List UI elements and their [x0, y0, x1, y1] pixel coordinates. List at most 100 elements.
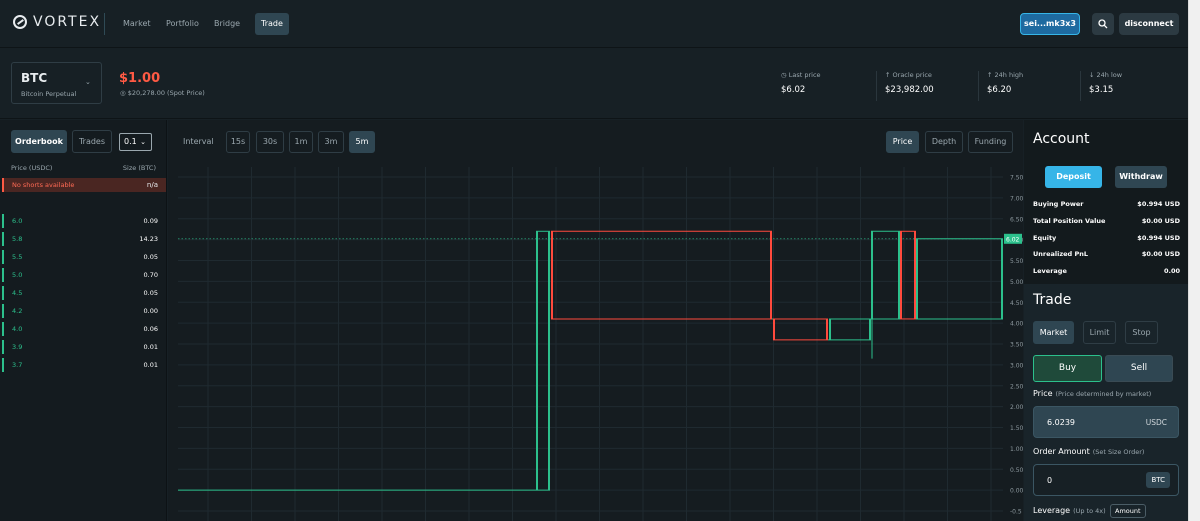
bid-row[interactable]: 5.0 0.70 [2, 268, 166, 282]
order-amount-field[interactable]: 0 BTC [1033, 464, 1179, 496]
stat-label: Oracle price [892, 71, 932, 79]
view-price[interactable]: Price [886, 131, 919, 153]
price-column-header: Price (USDC) [11, 164, 53, 172]
candle-body [914, 231, 916, 319]
leverage-mode-toggle[interactable]: Amount [1110, 504, 1146, 518]
stat-value: $6.20 [987, 85, 1012, 95]
stat-oracle-price: ↑ Oracle price $23,982.00 [876, 71, 976, 101]
tab-orderbook[interactable]: Orderbook [11, 130, 67, 153]
account-row-value: $0.00 USD [1141, 217, 1180, 225]
stat-24h-high: ↑ 24h high $6.20 [978, 71, 1078, 101]
wallet-address-button[interactable]: sei...mk3x3 [1020, 13, 1080, 35]
y-tick-label: -0.5 [1010, 509, 1022, 516]
account-row-label: Total Position Value [1033, 217, 1106, 225]
y-tick-label: 3.50 [1010, 342, 1023, 349]
y-tick-label: 5.00 [1010, 279, 1023, 286]
stat-value: $3.15 [1089, 85, 1114, 95]
bid-price: 5.8 [12, 235, 23, 243]
price-field[interactable]: 6.0239 USDC [1033, 406, 1179, 438]
deposit-button[interactable]: Deposit [1045, 166, 1102, 188]
bid-row[interactable]: 5.8 14.23 [2, 232, 166, 246]
account-row-label: Unrealized PnL [1033, 250, 1089, 258]
candle-body [551, 231, 553, 319]
brand-logo[interactable]: VORTEX [13, 14, 101, 30]
bid-row[interactable]: 4.5 0.05 [2, 286, 166, 300]
y-tick-label: 0.00 [1010, 488, 1023, 495]
disconnect-button[interactable]: disconnect [1119, 13, 1179, 35]
bid-price: 4.0 [12, 325, 23, 333]
nav-trade[interactable]: Trade [255, 13, 289, 35]
bid-row[interactable]: 6.0 0.09 [2, 214, 166, 228]
buy-button[interactable]: Buy [1033, 355, 1102, 382]
y-tick-label: 4.00 [1010, 321, 1023, 328]
bid-price: 6.0 [12, 217, 23, 225]
amount-label-text: Order Amount [1033, 447, 1090, 456]
amount-unit: BTC [1146, 472, 1170, 488]
tab-stop-order[interactable]: Stop [1125, 321, 1158, 344]
interval-3m[interactable]: 3m [318, 131, 344, 153]
price-hint: (Price determined by market) [1055, 390, 1152, 398]
market-selector[interactable]: BTC Bitcoin Perpetual ⌄ [11, 62, 102, 104]
spot-price: ◎ $20,278.00 (Spot Price) [120, 89, 205, 97]
page-scrollbar[interactable] [1188, 0, 1200, 521]
interval-5m[interactable]: 5m [349, 131, 375, 153]
bid-row[interactable]: 5.5 0.05 [2, 250, 166, 264]
mark-price: $1.00 [119, 71, 161, 86]
bid-price: 3.9 [12, 343, 23, 351]
tab-market-order[interactable]: Market [1033, 321, 1074, 344]
candle-body [829, 318, 831, 340]
precision-select[interactable]: 0.1 ⌄ [119, 133, 152, 151]
y-tick-label: 2.50 [1010, 383, 1023, 390]
withdraw-button[interactable]: Withdraw [1115, 166, 1167, 188]
bid-price: 5.0 [12, 271, 23, 279]
precision-value: 0.1 [124, 137, 137, 146]
price-unit: USDC [1145, 418, 1167, 427]
nav-portfolio[interactable]: Portfolio [166, 13, 199, 35]
candle-body [871, 231, 873, 319]
bid-size: 0.00 [143, 307, 158, 315]
chevron-down-icon: ⌄ [85, 78, 91, 86]
bid-row[interactable]: 3.9 0.01 [2, 340, 166, 354]
candle-body [869, 318, 871, 340]
trade-panel: Trade Market Limit Stop Buy Sell Price (P… [1024, 284, 1188, 521]
bid-size: 0.05 [143, 253, 158, 261]
market-symbol: BTC [21, 71, 48, 85]
coin-icon: ◎ [120, 89, 126, 97]
bid-row[interactable]: 4.2 0.00 [2, 304, 166, 318]
tab-trades[interactable]: Trades [72, 130, 112, 153]
interval-1m[interactable]: 1m [289, 131, 313, 153]
bid-row[interactable]: 4.0 0.06 [2, 322, 166, 336]
stat-value: $6.02 [781, 85, 806, 95]
amount-label: Order Amount (Set Size Order) [1033, 447, 1144, 456]
account-row-value: 0.00 [1163, 267, 1180, 275]
y-tick-label: 0.50 [1010, 467, 1023, 474]
leverage-hint: (Up to 4x) [1073, 507, 1106, 515]
candle-body [826, 318, 828, 340]
tab-limit-order[interactable]: Limit [1083, 321, 1116, 344]
nav-market[interactable]: Market [123, 13, 151, 35]
view-funding[interactable]: Funding [968, 131, 1013, 153]
candle-body [536, 231, 538, 491]
sell-button[interactable]: Sell [1105, 355, 1173, 382]
amount-hint: (Set Size Order) [1092, 448, 1145, 456]
account-row-label: Leverage [1033, 267, 1067, 275]
nav-bridge[interactable]: Bridge [214, 13, 240, 35]
stat-last-price: ◷ Last price $6.02 [773, 71, 873, 101]
interval-30s[interactable]: 30s [256, 131, 284, 153]
account-title: Account [1033, 131, 1090, 147]
interval-15s[interactable]: 15s [226, 131, 250, 153]
stat-value: $23,982.00 [885, 85, 934, 95]
view-depth[interactable]: Depth [925, 131, 963, 153]
price-label-text: Price [1033, 389, 1053, 398]
bid-size: 0.05 [143, 289, 158, 297]
stat-24h-low: ↓ 24h low $3.15 [1080, 71, 1180, 101]
orderbook-panel: Orderbook Trades 0.1 ⌄ Price (USDC) Size… [0, 120, 167, 521]
price-chart[interactable]: 7.507.006.506.005.505.004.504.003.503.00… [168, 161, 1023, 521]
stat-label: Last price [788, 71, 821, 79]
search-button[interactable] [1092, 13, 1114, 35]
spot-price-text: $20,278.00 (Spot Price) [127, 89, 205, 97]
account-row-label: Buying Power [1033, 200, 1084, 208]
bid-row[interactable]: 3.7 0.01 [2, 358, 166, 372]
candle-body [916, 238, 918, 319]
top-navigation: VORTEX Market Portfolio Bridge Trade sei… [0, 0, 1188, 48]
